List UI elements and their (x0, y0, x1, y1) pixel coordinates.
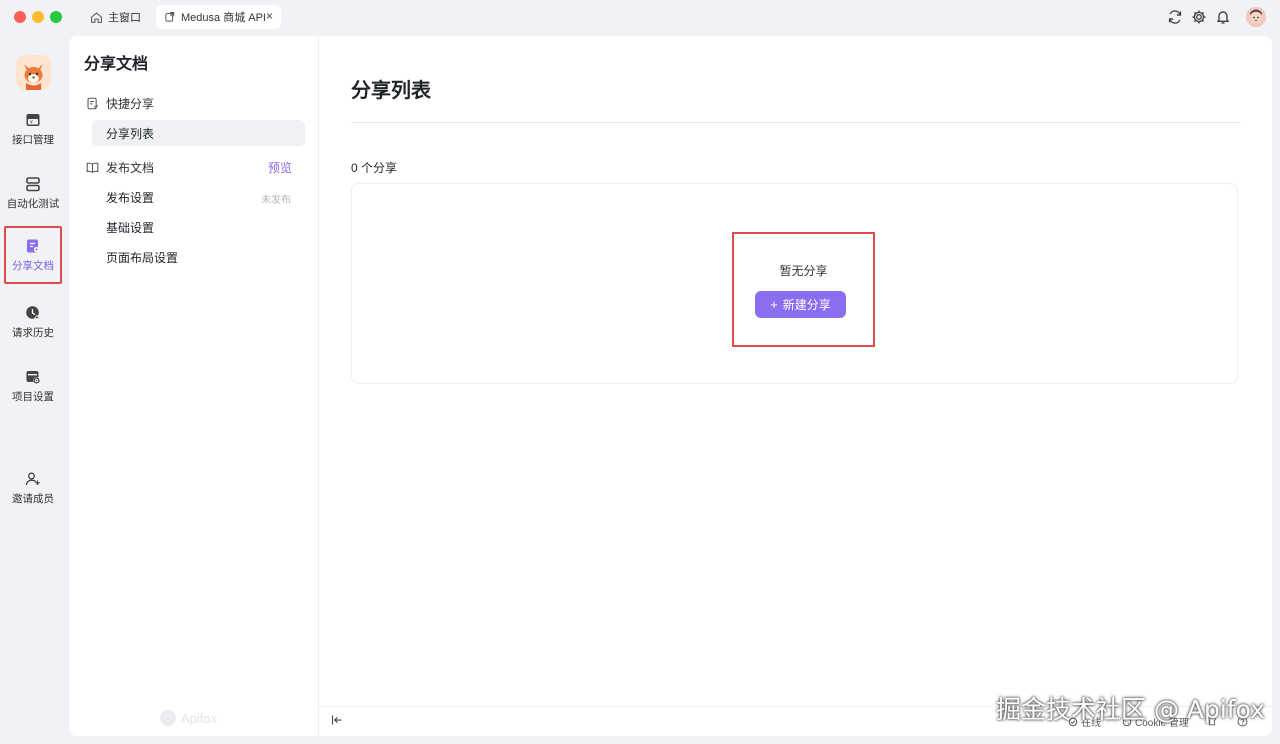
rail-item-label: 接口管理 (12, 133, 54, 146)
nav-item-share-list[interactable]: 分享列表 (92, 120, 305, 146)
rail-item-share-docs[interactable]: 分享文档 (4, 226, 62, 284)
api-icon: ¥ (26, 113, 40, 126)
rail-item-api-management[interactable]: ¥ 接口管理 (4, 100, 62, 158)
page-title: 分享列表 (351, 80, 431, 102)
site-watermark: 掘金技术社区 @ Apifox (996, 695, 1265, 724)
rail-item-label: 请求历史 (12, 326, 54, 339)
tab-label: 主窗口 (108, 12, 141, 24)
title-bar: 主窗口 Medusa 商城 API × (0, 0, 1280, 34)
rail-item-label: 自动化测试 (6, 197, 60, 210)
close-window-button[interactable] (14, 11, 26, 23)
quick-share-label: 快捷分享 (106, 97, 155, 111)
brand-label: Apifox (181, 710, 218, 726)
share-list-empty-card: 暂无分享 + 新建分享 (351, 183, 1238, 384)
nav-item-label: 发布设置 (106, 190, 155, 205)
refresh-icon[interactable] (1167, 9, 1183, 25)
annotation-highlight-box: 暂无分享 + 新建分享 (732, 232, 875, 347)
empty-state-text: 暂无分享 (779, 264, 828, 278)
collapse-sidebar-icon[interactable] (331, 714, 343, 726)
publish-status-badge: 未发布 (261, 195, 291, 206)
nav-item-page-layout-settings[interactable]: 页面布局设置 (92, 244, 305, 270)
publish-docs-label: 发布文档 (106, 161, 155, 175)
minimize-window-button[interactable] (32, 11, 44, 23)
gear-icon[interactable] (1191, 9, 1207, 25)
history-icon (26, 305, 41, 319)
divider (351, 122, 1241, 123)
nav-item-basic-settings[interactable]: 基础设置 (92, 214, 305, 240)
apifox-logo-icon (160, 710, 176, 726)
user-avatar[interactable] (1246, 7, 1266, 27)
avatar-face-icon (1246, 7, 1266, 27)
preview-link[interactable]: 预览 (268, 159, 292, 176)
nav-item-label: 分享列表 (106, 126, 155, 141)
tab-label: Medusa 商城 API (181, 12, 266, 24)
main-panel: 分享列表 0 个分享 暂无分享 + 新建分享 在线 Cookie 管理 (318, 36, 1272, 736)
add-user-icon (25, 472, 40, 485)
rail-item-invite-members[interactable]: 邀请成员 (4, 459, 62, 517)
test-icon (26, 176, 40, 191)
new-share-label: 新建分享 (782, 298, 831, 312)
rail-item-automated-testing[interactable]: 自动化测试 (4, 164, 62, 222)
rail-item-label: 邀请成员 (12, 492, 54, 505)
rail-item-project-settings[interactable]: 项目设置 (4, 357, 62, 415)
quick-share-icon (87, 97, 99, 110)
plus-icon: + (770, 297, 778, 312)
share-count: 0 个分享 (351, 161, 398, 175)
rail-item-label: 分享文档 (12, 259, 54, 272)
rail-item-request-history[interactable]: 请求历史 (4, 293, 62, 351)
maximize-window-button[interactable] (50, 11, 62, 23)
nav-item-label: 基础设置 (106, 220, 155, 235)
home-icon (91, 12, 102, 23)
bell-icon[interactable] (1215, 9, 1231, 25)
book-icon (86, 162, 99, 173)
svg-text:¥: ¥ (30, 119, 33, 125)
project-avatar[interactable] (16, 55, 51, 90)
tab-medusa-api[interactable]: Medusa 商城 API × (156, 5, 281, 29)
share-doc-icon (27, 239, 40, 252)
sidebar-title: 分享文档 (84, 56, 149, 73)
quick-share-group[interactable]: 快捷分享 (86, 95, 154, 112)
nav-item-label: 页面布局设置 (106, 250, 179, 265)
left-rail: ¥ 接口管理 自动化测试 分享文档 请求历史 项目设置 邀请成员 (0, 34, 68, 744)
fox-logo-icon (16, 55, 51, 90)
settings-icon (26, 370, 40, 384)
tab-home[interactable]: 主窗口 (84, 5, 147, 29)
rail-item-label: 项目设置 (12, 390, 54, 403)
publish-docs-group[interactable]: 发布文档 (86, 159, 154, 176)
share-docs-sidebar: 分享文档 快捷分享 分享列表 发布文档 预览 发布设置 未发布 基础设置 页面布… (69, 36, 318, 736)
close-tab-icon[interactable]: × (266, 9, 273, 23)
share-doc-icon (165, 12, 175, 22)
apifox-brand: Apifox (160, 710, 217, 726)
new-share-button[interactable]: + 新建分享 (755, 291, 846, 318)
